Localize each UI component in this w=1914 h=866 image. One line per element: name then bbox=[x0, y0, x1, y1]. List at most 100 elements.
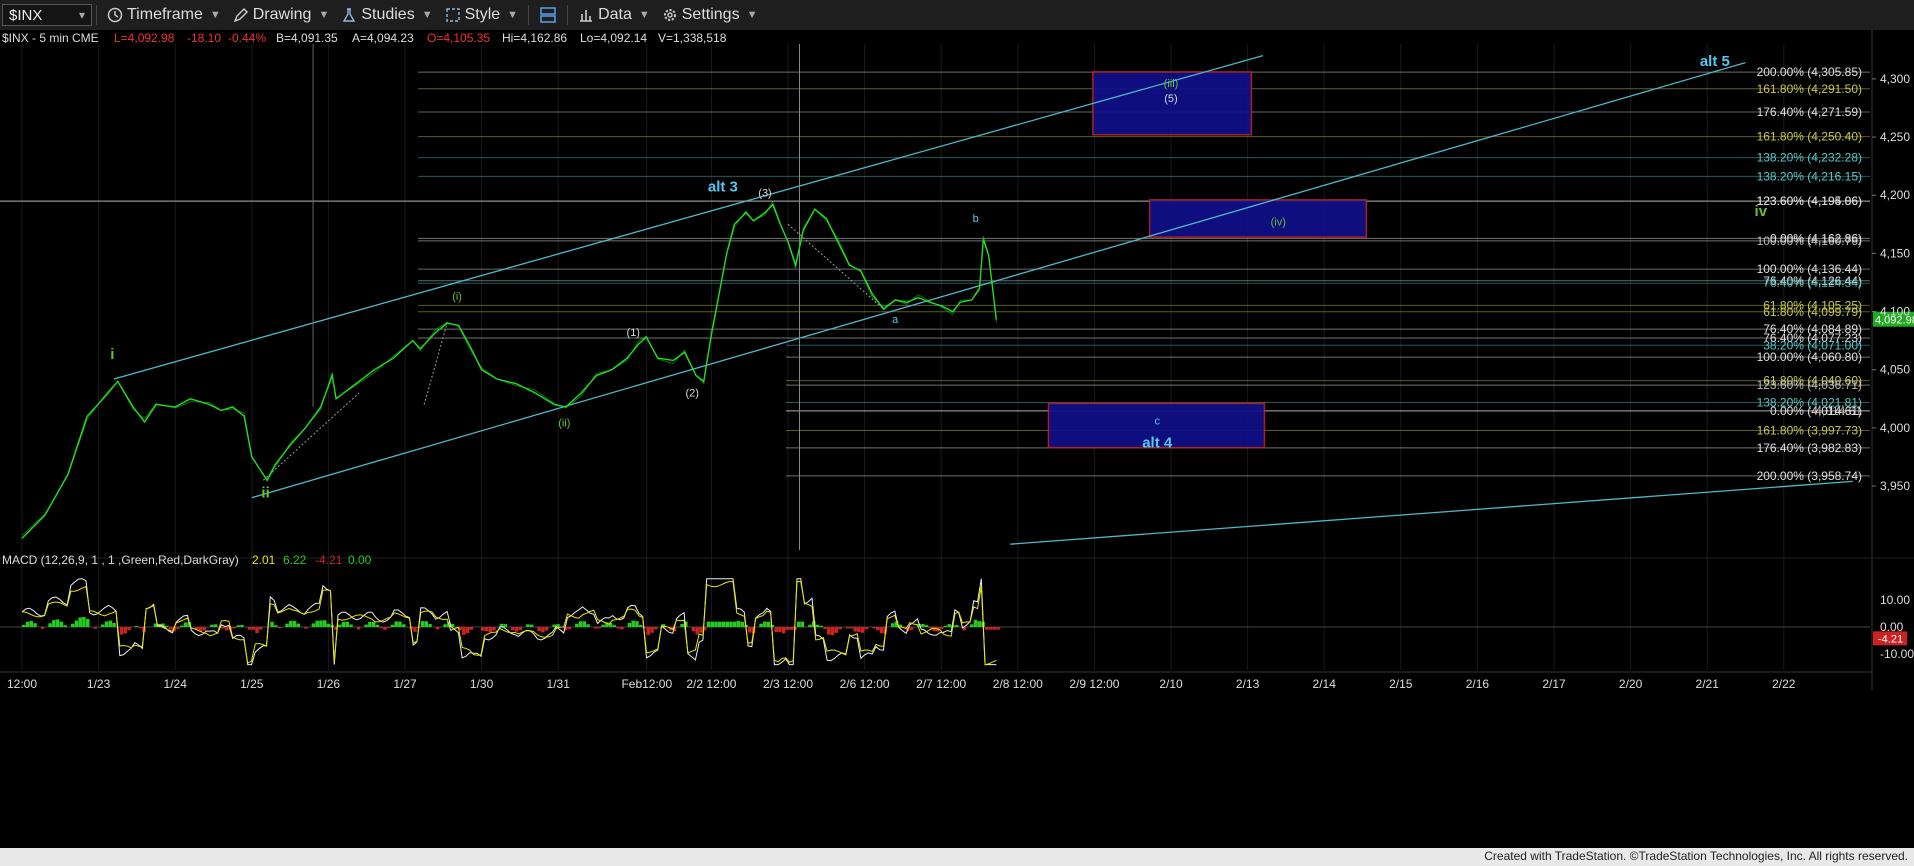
macd-hist-bar bbox=[52, 620, 56, 628]
macd-hist-bar bbox=[943, 625, 948, 628]
timeframe-button[interactable]: Timeframe ▼ bbox=[101, 0, 227, 30]
x-tick-label: 2/6 12:00 bbox=[840, 677, 890, 691]
drawing-button[interactable]: Drawing ▼ bbox=[227, 0, 336, 30]
macd-hist-bar bbox=[428, 624, 432, 628]
wave-label: (iv) bbox=[1271, 216, 1286, 228]
macd-hist-bar bbox=[296, 623, 301, 628]
macd-hist-bar bbox=[462, 627, 466, 635]
macd-hist-bar bbox=[33, 623, 37, 628]
macd-hist-bar bbox=[650, 627, 654, 633]
fib-label: 161.80% (3,997.73) bbox=[1757, 424, 1862, 438]
macd-hist-bar bbox=[78, 617, 82, 628]
macd-hist-bar bbox=[529, 624, 534, 628]
macd-hist-bar bbox=[973, 619, 978, 628]
data-button[interactable]: Data ▼ bbox=[572, 0, 656, 30]
macd-hist-bar bbox=[646, 627, 650, 635]
macd-hist-bar bbox=[815, 624, 820, 628]
symbol-input[interactable]: $INX ▾ bbox=[2, 4, 92, 26]
macd-hist-bar bbox=[127, 627, 131, 631]
chart-background bbox=[0, 30, 1914, 848]
wave-label: b bbox=[973, 213, 979, 225]
last-price-readout: L=4,092.98 bbox=[114, 31, 175, 45]
macd-hist-bar bbox=[575, 623, 579, 628]
fib-label: 4,014.61 bbox=[1815, 404, 1862, 418]
macd-hist-bar bbox=[582, 621, 587, 628]
studies-button[interactable]: Studies ▼ bbox=[335, 0, 438, 30]
macd-hist-bar bbox=[29, 621, 34, 628]
macd-hist-bar bbox=[759, 623, 763, 628]
x-tick-label: 2/8 12:00 bbox=[993, 677, 1043, 691]
macd-hist-bar bbox=[413, 627, 417, 632]
macd-hist-bar bbox=[390, 624, 395, 628]
macd-hist-bar bbox=[341, 621, 346, 628]
chart-area[interactable]: 200.00% (4,305.85) 161.80% (4,291.50) 176.… bbox=[0, 30, 1914, 848]
macd-hist-bar bbox=[710, 621, 714, 628]
wave-label: (2) bbox=[686, 387, 699, 399]
macd-hist-bar bbox=[977, 621, 982, 628]
macd-hist-bar bbox=[101, 624, 105, 628]
macd-hist-bar bbox=[465, 627, 470, 634]
style-button[interactable]: Style ▼ bbox=[439, 0, 524, 30]
macd-hist-bar bbox=[375, 624, 380, 628]
high-readout: Hi=4,162.86 bbox=[502, 31, 567, 45]
macd-hist-bar bbox=[251, 627, 255, 630]
layout-button[interactable] bbox=[533, 0, 563, 30]
macd-hist-bar bbox=[469, 627, 474, 630]
macd-hist-bar bbox=[202, 627, 207, 631]
chevron-down-icon: ▼ bbox=[638, 9, 650, 21]
macd-hist-bar bbox=[356, 627, 361, 630]
x-tick-label: 1/26 bbox=[317, 677, 341, 691]
macd-hist-bar bbox=[255, 627, 259, 633]
wave-label: ii bbox=[261, 485, 269, 502]
footer-credit: Created with TradeStation. ©TradeStation… bbox=[1484, 849, 1908, 863]
fib-label: 123.60% (4,036.71) bbox=[1757, 378, 1862, 392]
macd-hist-bar bbox=[736, 620, 741, 628]
x-tick-label: 12:00 bbox=[7, 677, 37, 691]
settings-button[interactable]: Settings ▼ bbox=[656, 0, 764, 30]
macd-hist-bar bbox=[586, 624, 590, 628]
x-tick-label: 2/2 12:00 bbox=[686, 677, 736, 691]
timeframe-label: Timeframe bbox=[127, 6, 203, 23]
symbol-text: $INX bbox=[9, 6, 43, 24]
macd-hist-bar bbox=[725, 621, 729, 628]
wave-label: (3) bbox=[758, 187, 771, 199]
macd-hist-bar bbox=[383, 627, 387, 630]
x-tick-label: 2/21 bbox=[1696, 677, 1720, 691]
macd-hist-bar bbox=[368, 621, 372, 628]
macd-hist-bar bbox=[830, 627, 835, 636]
macd-hist-bar bbox=[364, 624, 368, 628]
macd-hist-bar bbox=[443, 624, 447, 628]
macd-hist-bar bbox=[349, 624, 353, 628]
macd-hist-bar bbox=[796, 621, 801, 628]
macd-hist-bar bbox=[729, 621, 733, 628]
macd-hist-bar bbox=[326, 623, 331, 628]
macd-hist-bar bbox=[22, 624, 26, 628]
macd-tick-label: 10.00 bbox=[1880, 593, 1910, 607]
macd-hist-bar bbox=[593, 627, 598, 629]
macd-hist-bar bbox=[484, 627, 489, 632]
macd-hist-bar bbox=[518, 627, 523, 631]
macd-hist-bar bbox=[988, 627, 993, 630]
y-tick-label: 4,000 bbox=[1880, 421, 1910, 435]
macd-hist-bar bbox=[304, 627, 308, 629]
macd-hist-bar bbox=[311, 623, 316, 628]
macd-hist-bar bbox=[714, 621, 718, 628]
macd-hist-bar bbox=[627, 622, 632, 628]
macd-hist-bar bbox=[778, 627, 782, 633]
toolbar-divider bbox=[96, 5, 97, 25]
wave-label: a bbox=[892, 314, 899, 326]
macd-hist-bar bbox=[338, 624, 342, 628]
macd-hist-bar bbox=[259, 627, 263, 630]
y-tick-label: 4,100 bbox=[1880, 305, 1910, 319]
macd-hist-bar bbox=[210, 624, 214, 628]
macd-hist-bar bbox=[924, 625, 929, 628]
macd-hist-bar bbox=[932, 627, 936, 632]
layout-icon bbox=[540, 7, 556, 23]
macd-title: MACD (12,26,9, 1 , 1 ,Green,Red,DarkGray… bbox=[2, 553, 239, 567]
fib-label: 176.40% (3,982.83) bbox=[1757, 441, 1862, 455]
macd-hist-bar bbox=[240, 624, 244, 628]
bar-chart-icon bbox=[580, 10, 593, 22]
macd-hist-bar bbox=[315, 620, 319, 628]
x-tick-label: 2/10 bbox=[1159, 677, 1183, 691]
macd-value-4: 0.00 bbox=[348, 553, 372, 567]
